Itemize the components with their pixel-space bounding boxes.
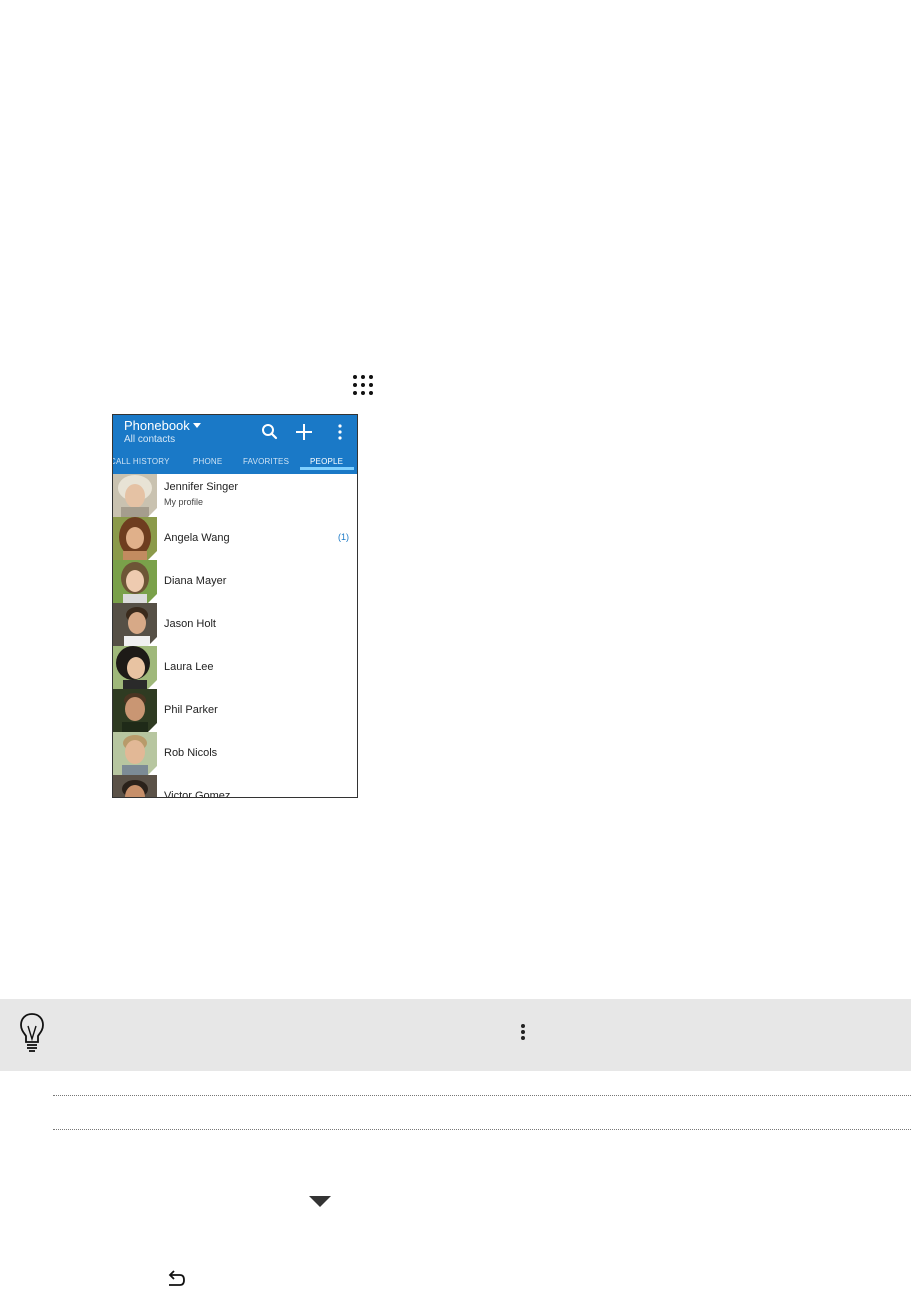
phonebook-title[interactable]: Phonebook [124, 418, 201, 434]
tab-favorites[interactable]: FAVORITES [243, 456, 289, 474]
contact-name: Phil Parker [164, 704, 218, 716]
contact-name: Jason Holt [164, 618, 216, 630]
avatar [113, 732, 157, 775]
contacts-filter-label: All contacts [124, 434, 176, 445]
list-item[interactable]: Laura Lee [113, 646, 357, 689]
phonebook-screenshot: Phonebook All contacts CALL HISTORY PHON… [112, 414, 358, 798]
back-icon [168, 1270, 185, 1286]
contact-name: Jennifer Singer [164, 481, 238, 493]
list-item[interactable]: Rob Nicols [113, 732, 357, 775]
overflow-menu-icon [521, 1024, 525, 1040]
tip-banner [0, 999, 911, 1071]
tab-phone[interactable]: PHONE [193, 456, 222, 474]
avatar [113, 603, 157, 646]
active-tab-indicator [300, 467, 354, 470]
contact-subtitle: My profile [164, 497, 204, 507]
contact-name: Victor Gomez [164, 790, 231, 798]
divider [53, 1095, 911, 1096]
contact-name: Rob Nicols [164, 747, 218, 759]
dropdown-caret-icon [309, 1196, 331, 1207]
list-item[interactable]: Victor Gomez [113, 775, 357, 798]
avatar [113, 775, 157, 797]
avatar [113, 646, 157, 689]
apps-grid-icon [351, 373, 375, 397]
avatar [113, 560, 157, 603]
tab-bar: CALL HISTORY PHONE FAVORITES PEOPLE [113, 456, 357, 474]
list-item[interactable]: Jason Holt [113, 603, 357, 646]
app-bar: Phonebook All contacts CALL HISTORY PHON… [113, 415, 357, 474]
lightbulb-tip-icon [20, 1013, 44, 1052]
chevron-down-icon [192, 423, 201, 428]
unread-count-badge: (1) [338, 532, 349, 542]
contact-name: Angela Wang [164, 532, 230, 544]
search-icon[interactable] [259, 421, 281, 443]
contact-name: Diana Mayer [164, 575, 227, 587]
contact-name: Laura Lee [164, 661, 214, 673]
list-item[interactable]: Diana Mayer [113, 560, 357, 603]
avatar [113, 474, 157, 517]
tab-people[interactable]: PEOPLE [310, 456, 343, 474]
list-item[interactable]: Phil Parker [113, 689, 357, 732]
overflow-menu-icon[interactable] [329, 421, 351, 443]
divider [53, 1129, 911, 1130]
avatar [113, 517, 157, 560]
plus-icon[interactable] [293, 421, 315, 443]
list-item[interactable]: Jennifer Singer My profile [113, 474, 357, 517]
list-item[interactable]: Angela Wang (1) [113, 517, 357, 560]
tab-call-history[interactable]: CALL HISTORY [113, 456, 170, 474]
avatar [113, 689, 157, 732]
